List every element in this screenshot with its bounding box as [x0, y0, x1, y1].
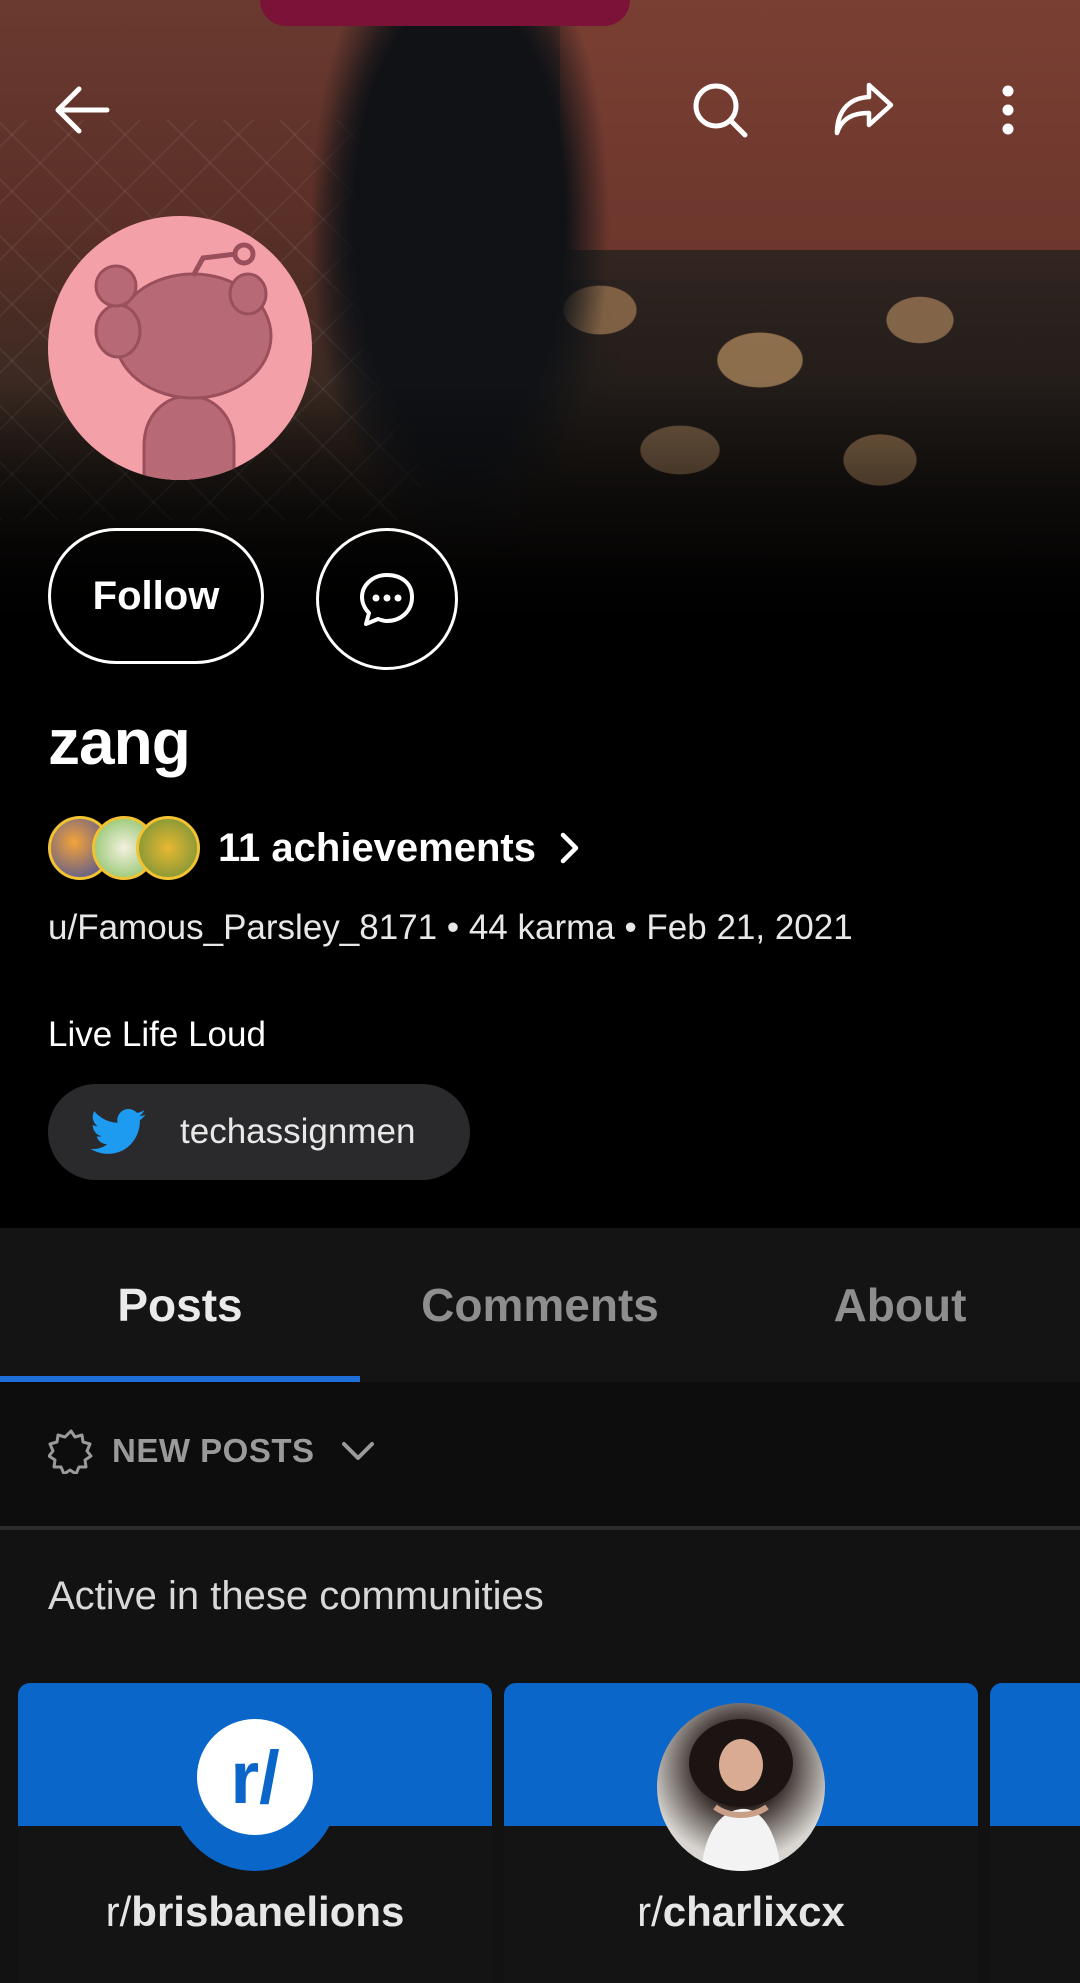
achievements-label: 11 achievements: [218, 825, 536, 870]
community-card[interactable]: r/charlixcx: [504, 1683, 978, 1983]
chevron-down-icon: [341, 1442, 374, 1460]
tab-posts[interactable]: Posts: [0, 1228, 360, 1382]
svg-text:r/: r/: [230, 1736, 279, 1819]
back-arrow-icon: [55, 86, 110, 134]
chevron-right-icon: [560, 832, 579, 864]
tab-posts-label: Posts: [117, 1279, 243, 1331]
reddit-default-community-icon: r/: [171, 1703, 339, 1871]
tab-comments-label: Comments: [421, 1279, 659, 1331]
back-button[interactable]: [50, 78, 114, 142]
follow-label: Follow: [92, 573, 220, 618]
community-card[interactable]: r/ r/brisbanelions: [18, 1683, 492, 1983]
social-link-chip[interactable]: techassignmen: [48, 1084, 470, 1180]
profile-tabs: Posts Comments About: [0, 1228, 1080, 1382]
chat-button[interactable]: [316, 528, 458, 670]
bio-text: Live Life Loud: [48, 1015, 266, 1054]
follow-button[interactable]: Follow: [48, 528, 264, 664]
display-name: zang: [48, 706, 191, 778]
achievement-badge-icon: [136, 816, 200, 880]
new-sparkle-icon: [48, 1429, 93, 1474]
search-button[interactable]: [688, 78, 752, 142]
communities-title: Active in these communities: [48, 1574, 544, 1618]
more-options-button[interactable]: [976, 78, 1040, 142]
achievements-row[interactable]: 11 achievements: [48, 812, 582, 884]
snoo-avatar-icon: [94, 242, 273, 480]
community-name: r/brisbanelions: [105, 1888, 405, 1935]
communities-section: Active in these communities r/ r/brisban…: [0, 1530, 1080, 1983]
avatar: [48, 216, 312, 480]
community-name: r/charlixcx: [637, 1888, 845, 1935]
tab-comments[interactable]: Comments: [360, 1228, 720, 1382]
twitter-icon: [90, 1109, 146, 1154]
sort-label: NEW POSTS: [112, 1432, 315, 1469]
tab-about[interactable]: About: [720, 1228, 1080, 1382]
social-link-label: techassignmen: [180, 1112, 416, 1151]
sort-dropdown[interactable]: NEW POSTS: [48, 1428, 375, 1474]
share-icon: [834, 82, 894, 136]
search-icon: [693, 83, 748, 138]
user-meta: u/Famous_Parsley_8171 • 44 karma • Feb 2…: [48, 908, 853, 947]
tab-about-label: About: [833, 1279, 967, 1331]
community-banner: [990, 1683, 1080, 1826]
chat-bubble-icon: [360, 573, 414, 626]
community-card-partial[interactable]: [990, 1683, 1080, 1983]
community-photo-avatar: [657, 1703, 825, 1871]
share-button[interactable]: [832, 78, 896, 142]
sort-bar: NEW POSTS: [0, 1382, 1080, 1526]
more-vertical-icon: [1002, 85, 1014, 135]
